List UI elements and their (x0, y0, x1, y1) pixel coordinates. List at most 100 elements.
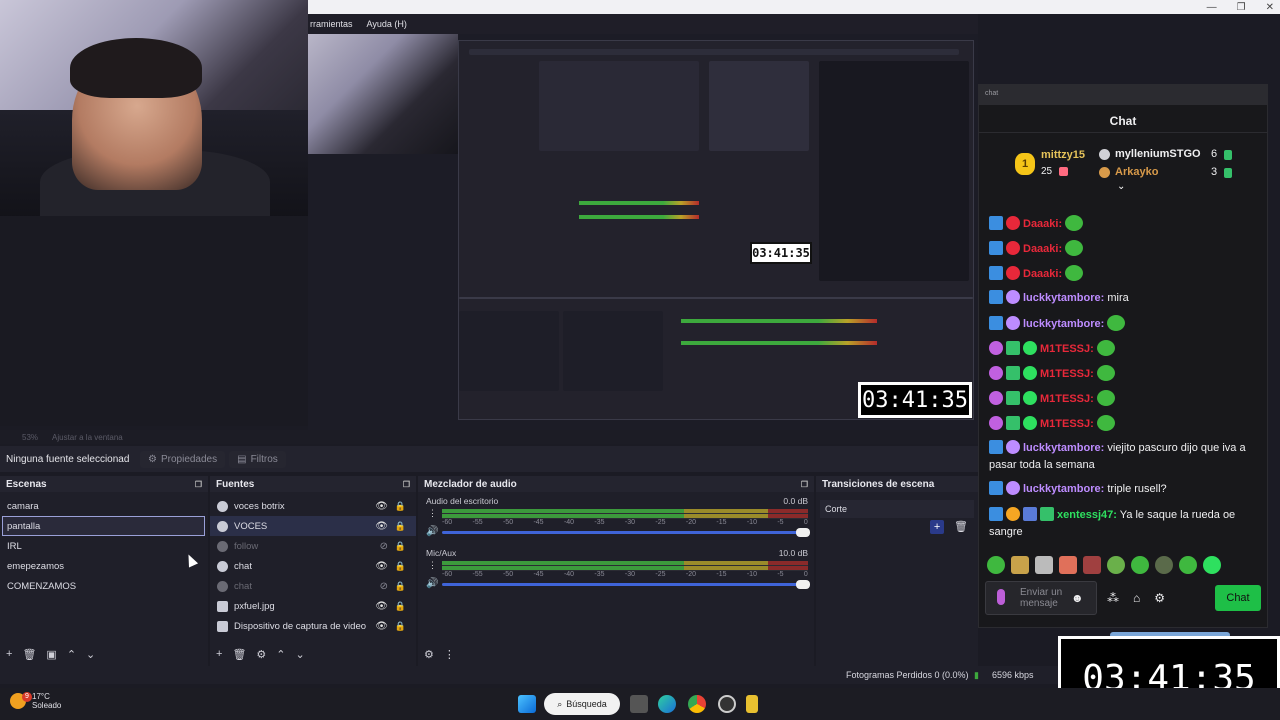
menu-help[interactable]: Ayuda (H) (367, 19, 407, 29)
add-icon[interactable]: + (6, 648, 12, 660)
undock-icon[interactable]: ❐ (195, 480, 202, 489)
chat-username[interactable]: M1TESSJ: (1040, 393, 1094, 405)
zoom-level[interactable]: 53% (22, 433, 38, 442)
volume-slider[interactable] (442, 583, 808, 586)
lock-icon[interactable]: 🔒 (395, 501, 406, 512)
add-icon[interactable]: + (216, 648, 222, 660)
scene-item[interactable]: COMENZAMOS (0, 576, 208, 596)
emote-icon[interactable] (1155, 556, 1173, 574)
emote-icon[interactable] (1083, 556, 1101, 574)
scene-item[interactable]: camara (0, 496, 208, 516)
trash-icon[interactable]: 🗑 (22, 648, 36, 661)
chat-username[interactable]: luckkytambore: (1023, 318, 1104, 330)
volume-slider-knob[interactable] (796, 580, 810, 589)
task-view-icon[interactable] (630, 695, 648, 713)
maximize-icon[interactable]: ❐ (1237, 2, 1246, 13)
chevron-down-icon[interactable]: ⌄ (1117, 181, 1125, 192)
lock-icon[interactable]: 🔒 (395, 561, 406, 572)
emote-icon[interactable] (1203, 556, 1221, 574)
chat-username[interactable]: M1TESSJ: (1040, 343, 1094, 355)
chat-url-bar[interactable]: chat (979, 85, 1267, 105)
emote-icon[interactable] (1059, 556, 1077, 574)
source-item[interactable]: chat ⊘ 🔒 (210, 576, 416, 596)
more-icon[interactable]: ⋮ (428, 560, 437, 571)
trash-icon[interactable]: 🗑 (232, 648, 246, 661)
source-item-selected[interactable]: VOCES 👁 🔒 (210, 516, 416, 536)
source-item[interactable]: Dispositivo de captura de video 👁 🔒 (210, 616, 416, 636)
fit-window[interactable]: Ajustar a la ventana (52, 433, 123, 442)
chat-username[interactable]: Daaaki: (1023, 218, 1062, 230)
source-item[interactable]: chat 👁 🔒 (210, 556, 416, 576)
edge-icon[interactable] (658, 695, 676, 713)
more-icon[interactable]: ⋮ (444, 648, 455, 661)
chat-username[interactable]: luckkytambore: (1023, 483, 1104, 495)
lock-icon[interactable]: 🔒 (395, 521, 406, 532)
eye-slash-icon[interactable]: ⊘ (380, 581, 388, 592)
gear-icon[interactable]: ⚙ (1154, 591, 1165, 605)
eye-icon[interactable]: 👁 (375, 621, 388, 632)
chat-username[interactable]: Daaaki: (1023, 268, 1062, 280)
emoji-icon[interactable]: ☻ (1071, 591, 1084, 605)
lock-icon[interactable]: 🔒 (395, 541, 406, 552)
menu-tools[interactable]: rramientas (310, 19, 353, 29)
filter-icon[interactable]: ▣ (46, 648, 56, 661)
microphone-icon[interactable] (997, 589, 1005, 605)
speaker-icon[interactable]: 🔊 (426, 578, 438, 589)
emote-icon[interactable] (1011, 556, 1029, 574)
emote-icon[interactable] (1179, 556, 1197, 574)
chrome-icon[interactable] (688, 695, 706, 713)
transition-select[interactable]: Corte (820, 500, 974, 518)
chat-username[interactable]: Daaaki: (1023, 243, 1062, 255)
source-item[interactable]: voces botrix 👁 🔒 (210, 496, 416, 516)
chevron-up-icon[interactable]: ⌃ (276, 648, 285, 661)
scene-item-selected[interactable]: pantalla (2, 516, 205, 536)
properties-button[interactable]: ⚙ Propiedades (140, 450, 226, 468)
minimize-icon[interactable]: — (1207, 2, 1217, 13)
filters-button[interactable]: ▤ Filtros (229, 450, 286, 468)
emote-icon[interactable] (1035, 556, 1053, 574)
undock-icon[interactable]: ❐ (403, 480, 410, 489)
source-item[interactable]: follow ⊘ 🔒 (210, 536, 416, 556)
chat-username[interactable]: xentessj47: (1057, 509, 1117, 521)
close-icon[interactable]: ✕ (1266, 2, 1274, 13)
source-item[interactable]: pxfuel.jpg 👁 🔒 (210, 596, 416, 616)
speaker-icon[interactable]: 🔊 (426, 526, 438, 537)
chat-send-button[interactable]: Chat (1215, 585, 1261, 611)
add-icon[interactable]: + (930, 520, 945, 534)
gear-icon[interactable]: ⚙ (256, 648, 266, 661)
emote-icon[interactable] (987, 556, 1005, 574)
volume-slider[interactable] (442, 531, 808, 534)
chevron-down-icon[interactable]: ⌄ (86, 648, 95, 661)
more-icon[interactable]: ⋮ (428, 508, 437, 519)
taskbar-search[interactable]: ⌕ Búsqueda (544, 693, 620, 715)
chevron-down-icon[interactable]: ⌄ (296, 648, 305, 661)
chevron-up-icon[interactable]: ⌃ (67, 648, 76, 661)
lock-icon[interactable]: 🔒 (395, 581, 406, 592)
app-icon[interactable] (746, 695, 758, 713)
scene-item[interactable]: IRL (0, 536, 208, 556)
chat-username[interactable]: luckkytambore: (1023, 292, 1104, 304)
chat-username[interactable]: luckkytambore: (1023, 442, 1104, 454)
emote-icon[interactable] (1131, 556, 1149, 574)
eye-slash-icon[interactable]: ⊘ (380, 541, 388, 552)
chat-username[interactable]: M1TESSJ: (1040, 368, 1094, 380)
lock-icon[interactable]: 🔒 (395, 621, 406, 632)
weather-widget[interactable]: 17°C Soleado (10, 692, 61, 710)
trash-icon[interactable]: 🗑 (954, 520, 968, 534)
emote-icon[interactable] (1107, 556, 1125, 574)
lock-icon[interactable]: 🔒 (395, 601, 406, 612)
eye-icon[interactable]: 👁 (375, 521, 388, 532)
eye-icon[interactable]: 👁 (375, 601, 388, 612)
eye-icon[interactable]: 👁 (375, 501, 388, 512)
chat-username[interactable]: M1TESSJ: (1040, 418, 1094, 430)
windows-start-icon[interactable] (518, 695, 536, 713)
bits-icon[interactable]: ⁂ (1107, 591, 1119, 605)
undock-icon[interactable]: ❐ (801, 480, 808, 489)
obs-icon[interactable] (718, 695, 736, 713)
eye-icon[interactable]: 👁 (375, 561, 388, 572)
scene-item[interactable]: emepezamos (0, 556, 208, 576)
volume-slider-knob[interactable] (796, 528, 810, 537)
gear-icon[interactable]: ⚙ (424, 648, 434, 661)
program-preview[interactable]: 03:41:35 (308, 34, 978, 430)
store-icon[interactable]: ⌂ (1133, 591, 1140, 605)
